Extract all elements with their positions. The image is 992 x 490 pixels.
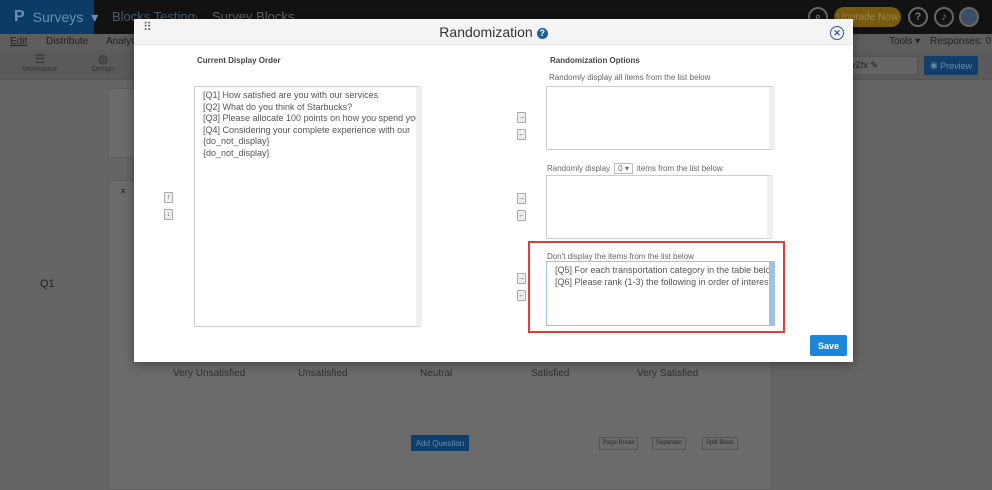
question-number: Q1 bbox=[40, 278, 55, 290]
page-break-button[interactable]: Page Break bbox=[599, 437, 639, 450]
preview-button[interactable]: ◉ Preview bbox=[924, 56, 978, 75]
help-icon[interactable]: ? bbox=[908, 7, 928, 27]
scale-label: Satisfied bbox=[531, 368, 570, 379]
preview-label: Preview bbox=[940, 60, 973, 71]
move-down-button[interactable]: ↓ bbox=[164, 209, 173, 220]
move-up-button[interactable]: ↑ bbox=[164, 192, 173, 203]
workspace-button[interactable]: ☰ Workspace bbox=[10, 52, 70, 73]
workspace-label: Workspace bbox=[22, 66, 58, 73]
list-item[interactable]: {do_not_display} bbox=[203, 148, 408, 160]
random-all-label: Randomly display all items from the list… bbox=[549, 73, 711, 82]
separator-button[interactable]: Separator bbox=[652, 437, 687, 450]
split-block-label: Split Block bbox=[706, 440, 735, 446]
move-left-button[interactable]: ← bbox=[517, 290, 526, 301]
bell-icon[interactable]: ♪ bbox=[934, 7, 954, 27]
tab-distribute[interactable]: Distribute bbox=[46, 36, 88, 47]
list-item[interactable]: [Q4] Considering your complete experienc… bbox=[203, 125, 410, 137]
palette-icon: ◍ bbox=[97, 52, 109, 66]
randomization-modal: ⠿ Randomization? ✕ Current Display Order… bbox=[134, 19, 853, 362]
current-order-label: Current Display Order bbox=[197, 56, 281, 65]
caret-down-icon: ▾ bbox=[91, 8, 99, 25]
randomization-options-label: Randomization Options bbox=[550, 56, 640, 65]
avatar[interactable] bbox=[959, 7, 979, 27]
dont-display-list[interactable]: [Q5] For each transportation category in… bbox=[546, 261, 775, 326]
tab-edit[interactable]: Edit bbox=[10, 36, 27, 47]
workspace-icon: ☰ bbox=[34, 52, 46, 66]
move-right-button[interactable]: → bbox=[517, 273, 526, 284]
list-item[interactable]: [Q5] For each transportation category in… bbox=[555, 265, 769, 277]
random-all-list[interactable] bbox=[546, 86, 775, 150]
move-right-button[interactable]: → bbox=[517, 112, 526, 123]
move-left-button[interactable]: ← bbox=[517, 210, 526, 221]
separator-label: Separator bbox=[656, 440, 683, 446]
collapse-icon[interactable]: ⌅ bbox=[119, 185, 127, 196]
responses-count: Responses: 0 bbox=[930, 36, 992, 47]
random-n-suffix: items from the list below bbox=[636, 164, 723, 173]
scale-label: Neutral bbox=[420, 368, 453, 379]
list-item[interactable]: {do_not_display} bbox=[203, 136, 408, 148]
eye-icon: ◉ bbox=[929, 60, 941, 70]
random-n-list[interactable] bbox=[546, 175, 773, 239]
random-n-prefix: Randomly display bbox=[547, 164, 611, 173]
split-block-button[interactable]: Split Block bbox=[702, 437, 739, 450]
dont-display-label: Don't display the items from the list be… bbox=[547, 252, 694, 261]
list-item[interactable]: [Q3] Please allocate 100 points on how y… bbox=[203, 113, 416, 125]
random-count-select[interactable]: 0 ▾ bbox=[614, 163, 633, 174]
scale-label: Unsatisfied bbox=[298, 368, 348, 379]
list-item[interactable]: [Q1] How satisfied are you with our serv… bbox=[203, 90, 408, 102]
page-break-label: Page Break bbox=[603, 440, 635, 446]
pencil-icon[interactable]: ✎ bbox=[870, 60, 878, 70]
random-n-row: Randomly display 0 ▾ items from the list b… bbox=[547, 163, 723, 174]
tools-menu[interactable]: Tools ▾ bbox=[889, 36, 920, 47]
list-item[interactable]: [Q6] Please rank (1-3) the following in … bbox=[555, 277, 769, 289]
scale-label: Very Unsatisfied bbox=[173, 368, 246, 379]
logo-icon: P bbox=[14, 8, 25, 25]
brand-menu[interactable]: P Surveys ▾ bbox=[0, 0, 98, 34]
move-left-button[interactable]: ← bbox=[517, 129, 526, 140]
list-item[interactable]: [Q2] What do you think of Starbucks? bbox=[203, 102, 408, 114]
brand-label: Surveys bbox=[32, 9, 84, 25]
design-label: Design bbox=[92, 66, 114, 73]
modal-title-text: Randomization bbox=[439, 24, 533, 40]
design-button[interactable]: ◍ Design bbox=[73, 52, 133, 73]
modal-title: Randomization? bbox=[134, 24, 853, 40]
current-order-list[interactable]: [Q1] How satisfied are you with our serv… bbox=[194, 86, 422, 327]
close-icon[interactable]: ✕ bbox=[830, 26, 844, 40]
save-button[interactable]: Save bbox=[810, 335, 847, 356]
add-question-button[interactable]: Add Question bbox=[411, 435, 469, 451]
move-right-button[interactable]: → bbox=[517, 193, 526, 204]
help-icon[interactable]: ? bbox=[536, 28, 548, 39]
scale-label: Very Satisfied bbox=[637, 368, 699, 379]
